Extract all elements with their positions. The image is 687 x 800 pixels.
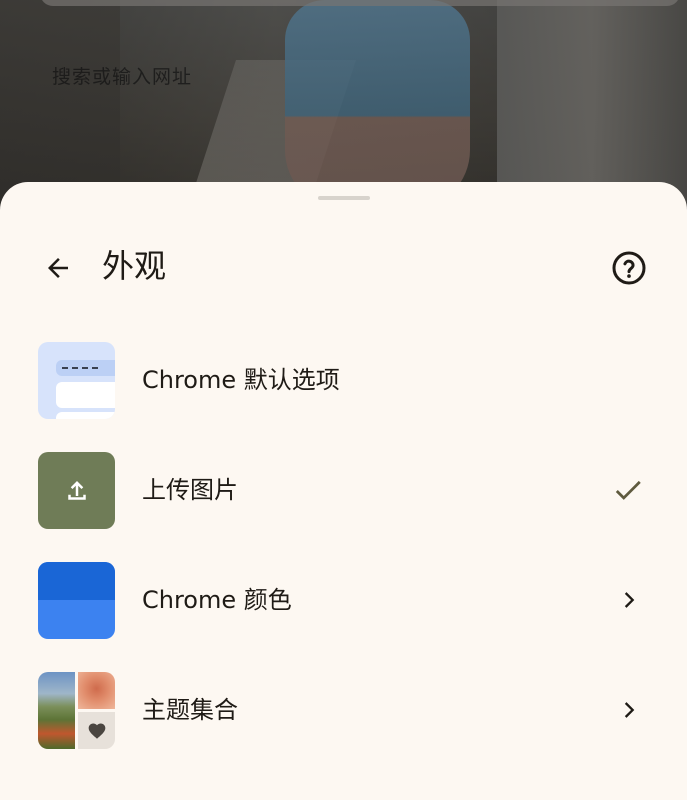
help-button[interactable] (603, 242, 655, 294)
drag-handle[interactable] (318, 196, 370, 200)
background-top-bar (40, 0, 680, 6)
color-swatch (38, 562, 115, 639)
collage-texture-image (78, 672, 115, 709)
wallpaper-figure (285, 0, 470, 210)
heart-icon (88, 723, 105, 739)
upload-icon (67, 480, 86, 500)
background-search-text: 搜索或输入网址 (52, 66, 193, 88)
sheet-header: 外观 (0, 232, 687, 300)
collage-landscape-image (38, 672, 75, 749)
collage-favorite-tile (78, 712, 115, 749)
page-title: 外观 (102, 247, 167, 285)
selected-indicator (604, 466, 652, 514)
upload-thumbnail (38, 452, 115, 529)
option-upload-image[interactable]: 上传图片 (0, 442, 687, 552)
chevron-button[interactable] (604, 686, 652, 734)
option-chrome-default[interactable]: Chrome 默认选项 (0, 332, 687, 442)
preview-card (56, 382, 115, 408)
option-label: Chrome 颜色 (142, 586, 292, 614)
check-icon (615, 480, 641, 500)
preview-card-lower (56, 412, 115, 419)
color-swatch-top (38, 562, 115, 600)
option-label: Chrome 默认选项 (142, 366, 340, 394)
preview-dash (62, 367, 98, 369)
back-button[interactable] (32, 242, 84, 294)
chevron-right-icon (624, 702, 635, 718)
chevron-button[interactable] (604, 576, 652, 624)
option-label: 主题集合 (142, 696, 238, 724)
screen: 搜索或输入网址 外观 Chrome 默认选项 上传图片 Chrome 颜色 主题… (0, 0, 687, 800)
option-chrome-colors[interactable]: Chrome 颜色 (0, 552, 687, 662)
chevron-right-icon (624, 592, 635, 608)
chrome-default-preview (38, 342, 115, 419)
appearance-bottom-sheet: 外观 Chrome 默认选项 上传图片 Chrome 颜色 主题集合 (0, 182, 687, 800)
appearance-options-list: Chrome 默认选项 上传图片 Chrome 颜色 主题集合 (0, 332, 687, 772)
option-label: 上传图片 (142, 476, 238, 504)
arrow-back-icon (48, 258, 68, 278)
help-circle-icon (612, 251, 646, 285)
theme-collage (38, 672, 115, 749)
option-theme-collections[interactable]: 主题集合 (0, 662, 687, 772)
